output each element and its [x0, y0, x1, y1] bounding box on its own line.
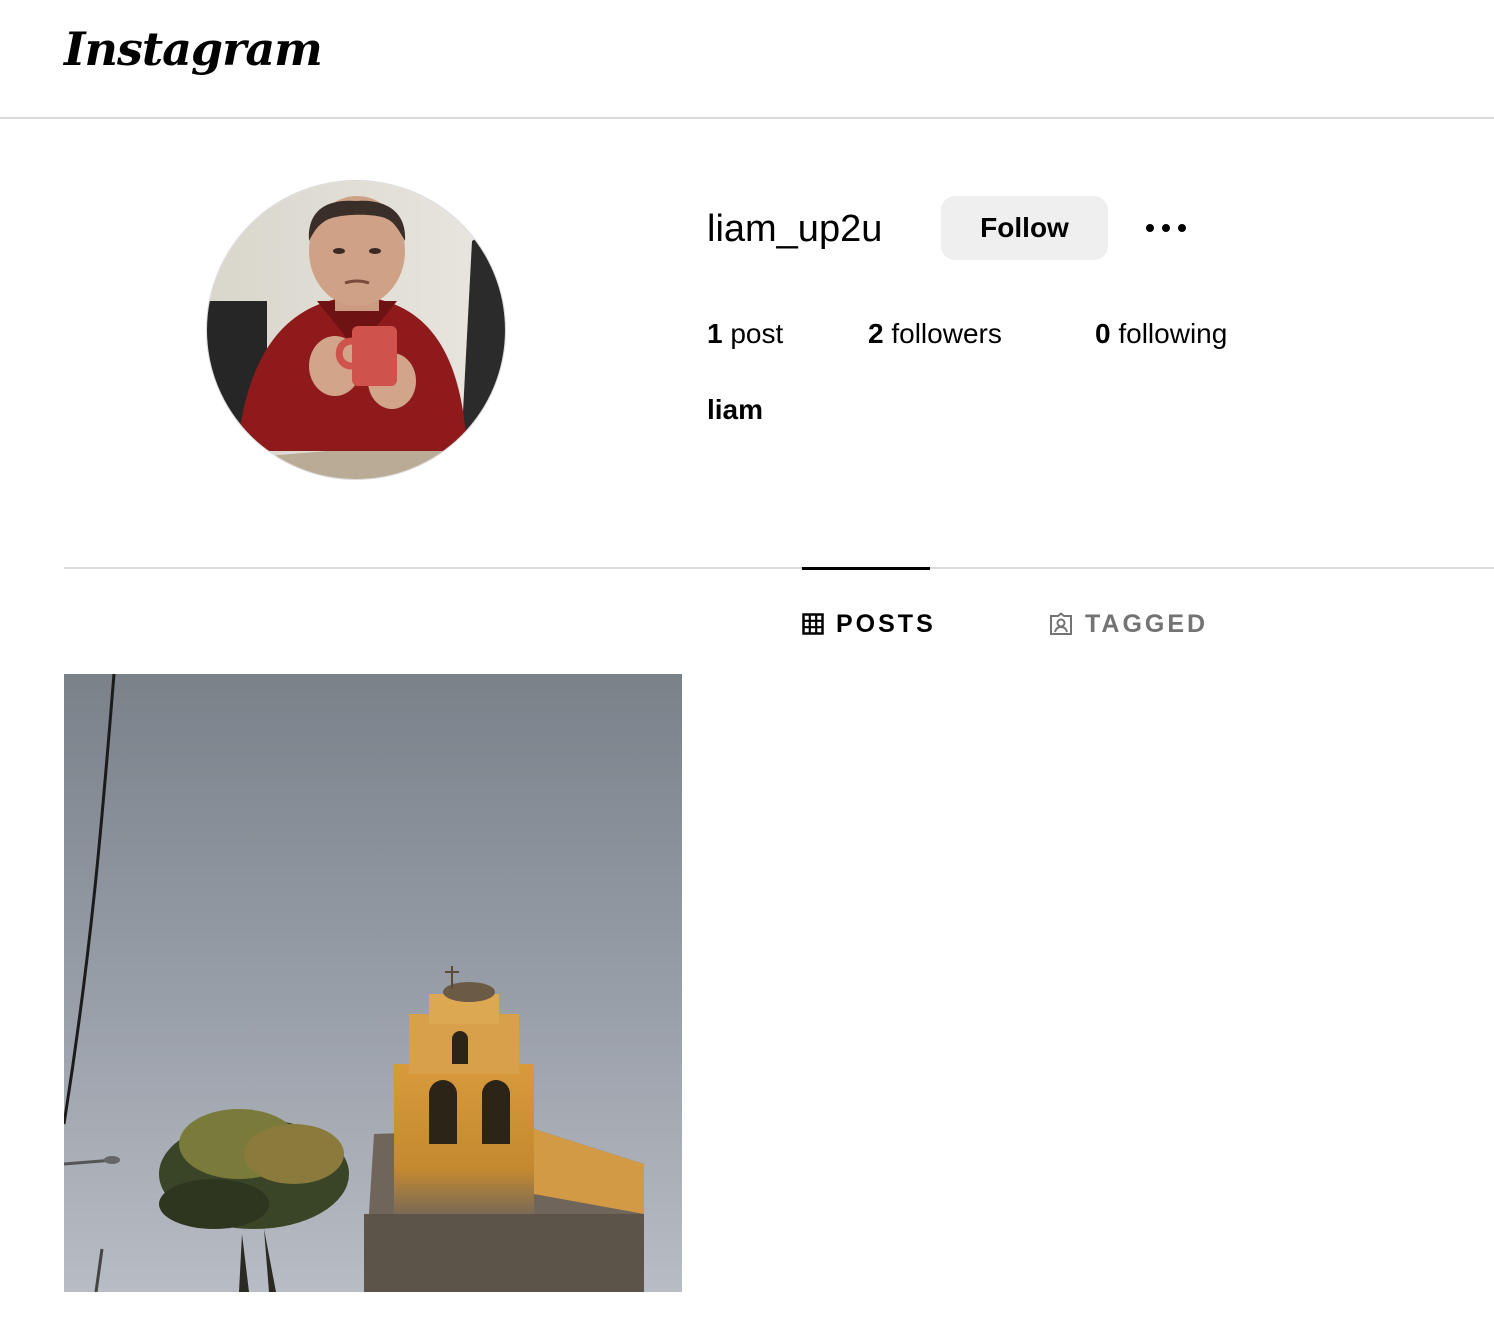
active-tab-indicator [802, 567, 930, 570]
followers-count: 2 [868, 318, 884, 349]
tab-tagged-label: TAGGED [1085, 609, 1209, 638]
tab-posts-label: POSTS [836, 609, 936, 638]
profile-username: liam_up2u [707, 208, 883, 250]
tagged-user-icon [1050, 612, 1072, 635]
following-count: 0 [1095, 318, 1111, 349]
grid-icon [802, 613, 824, 635]
profile-full-name: liam [707, 394, 764, 425]
followers-label: followers [891, 318, 1002, 349]
tab-tagged[interactable]: TAGGED [1049, 604, 1208, 644]
instagram-logo[interactable]: Instagram [64, 22, 323, 76]
post-photo [64, 674, 682, 1292]
posts-count-stat[interactable]: 1 post [707, 318, 783, 350]
posts-label: post [730, 318, 784, 349]
more-horizontal-icon [1146, 224, 1186, 232]
follow-button[interactable]: Follow [941, 196, 1108, 260]
tabs-divider [64, 567, 1494, 569]
top-navigation-bar: Instagram [0, 0, 1494, 119]
post-thumbnail[interactable] [64, 674, 682, 1292]
tab-posts[interactable]: POSTS [802, 604, 936, 644]
posts-count: 1 [707, 318, 723, 349]
followers-count-stat[interactable]: 2 followers [868, 318, 1002, 350]
following-count-stat[interactable]: 0 following [1095, 318, 1227, 350]
following-label: following [1118, 318, 1228, 349]
avatar-photo [207, 181, 505, 479]
more-options-button[interactable] [1138, 208, 1194, 248]
profile-avatar[interactable] [206, 180, 506, 480]
